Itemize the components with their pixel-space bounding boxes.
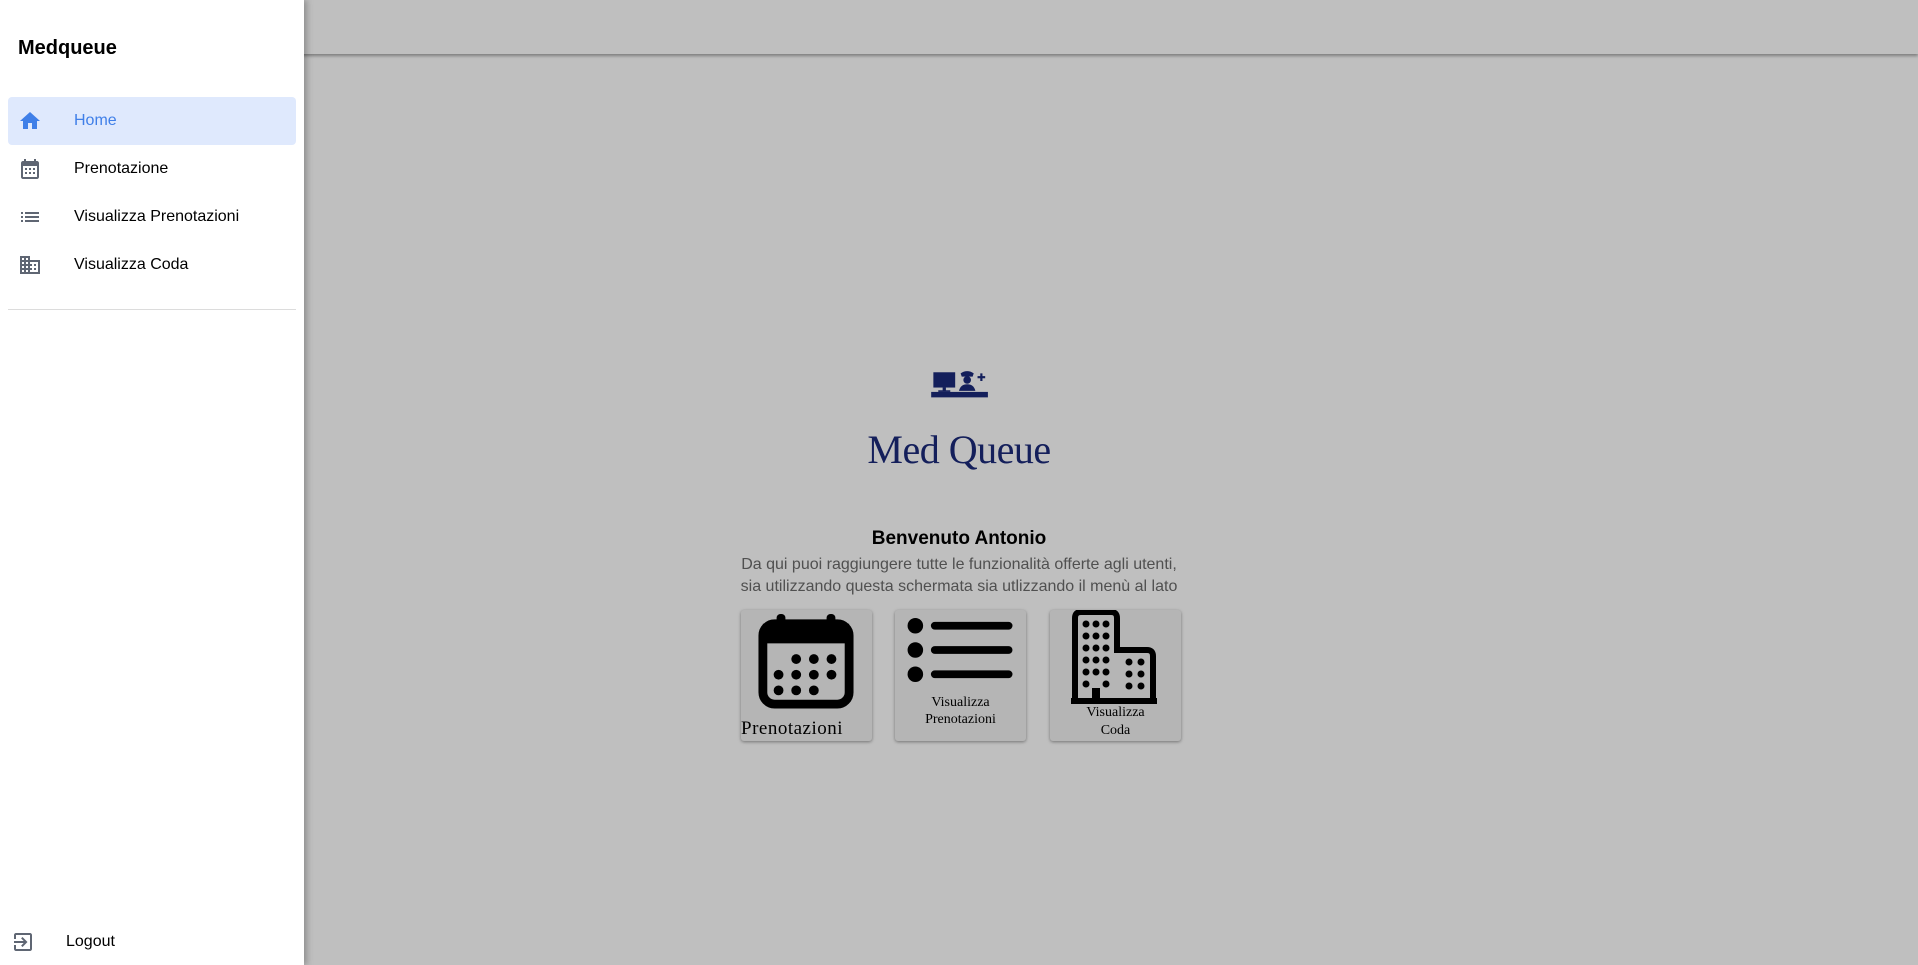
nav-item-visualizza-prenotazioni[interactable]: Visualizza Prenotazioni [8, 193, 296, 241]
building-icon [20, 256, 40, 274]
nav-item-prenotazione[interactable]: Prenotazione [8, 145, 296, 193]
logout-icon [14, 933, 32, 951]
nav-item-label: Home [74, 112, 117, 129]
logout-button[interactable]: Logout [0, 926, 304, 958]
nav-item-label: Prenotazione [74, 160, 169, 177]
nav-item-label: Visualizza Coda [74, 256, 189, 273]
logout-label: Logout [66, 933, 115, 950]
home-icon [20, 112, 40, 129]
calendar-icon [21, 159, 39, 179]
drawer-divider [8, 309, 296, 310]
nav-item-visualizza-coda[interactable]: Visualizza Coda [8, 241, 296, 289]
nav-item-home[interactable]: Home [8, 97, 296, 145]
list-icon [21, 212, 39, 222]
navigation-drawer: Medqueue Home Prenotazione Visualizza Pr… [0, 0, 304, 965]
nav-item-label: Visualizza Prenotazioni [74, 208, 240, 225]
drawer-title: Medqueue [18, 37, 117, 59]
